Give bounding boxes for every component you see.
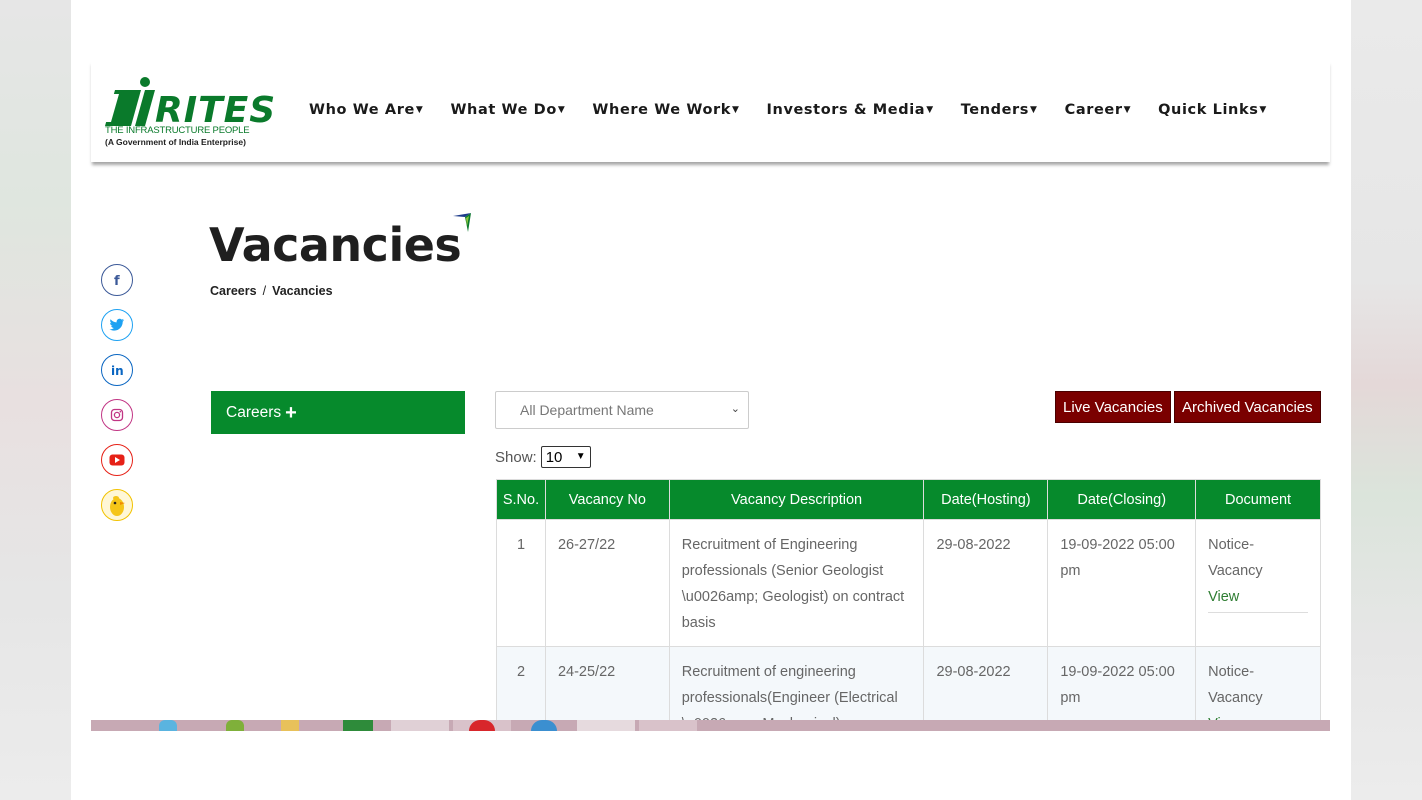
- breadcrumb-separator: /: [262, 284, 267, 298]
- nav-label: What We Do: [450, 102, 557, 118]
- document-view-link[interactable]: View: [1208, 589, 1239, 605]
- nav-label: Quick Links: [1158, 102, 1259, 118]
- archived-vacancies-button[interactable]: Archived Vacancies: [1174, 391, 1321, 423]
- vacancies-table: S.No. Vacancy No Vacancy Description Dat…: [496, 479, 1321, 751]
- careers-accordion-button[interactable]: Careers +: [211, 391, 465, 434]
- facebook-icon[interactable]: f: [101, 264, 133, 296]
- caret-down-icon: ▼: [1259, 105, 1267, 115]
- cell-hosting: 29-08-2022: [923, 519, 1049, 647]
- chevron-down-icon: ▼: [575, 451, 586, 462]
- document-name: Notice-Vacancy: [1208, 664, 1263, 706]
- department-select-value: All Department Name: [520, 402, 654, 418]
- breadcrumb: Careers / Vacancies: [210, 284, 333, 298]
- col-header-vacancy-no[interactable]: Vacancy No: [544, 479, 670, 520]
- caret-down-icon: ▼: [732, 105, 740, 115]
- col-header-closing[interactable]: Date(Closing): [1047, 479, 1197, 520]
- nav-label: Who We Are: [309, 102, 415, 118]
- document-name: Notice-Vacancy: [1208, 537, 1263, 579]
- logo-tagline: THE INFRASTRUCTURE PEOPLE: [105, 125, 250, 136]
- caret-down-icon: ▼: [557, 105, 566, 115]
- page-size-select[interactable]: 10 ▼: [540, 446, 591, 468]
- page-size-value: 10: [545, 448, 563, 466]
- logo-subtitle: (A Government of India Enterprise): [105, 137, 246, 147]
- koo-icon[interactable]: [101, 489, 133, 521]
- social-links: f in: [101, 264, 133, 534]
- nav-label: Investors & Media: [766, 102, 926, 118]
- svg-text:RITES: RITES: [155, 90, 276, 126]
- department-select[interactable]: All Department Name ⌄: [495, 391, 749, 429]
- cell-vacancy-no: 26-27/22: [544, 519, 670, 647]
- nav-label: Tenders: [960, 102, 1030, 118]
- nav-investors-media[interactable]: Investors & Media▼: [767, 102, 934, 118]
- col-header-document[interactable]: Document: [1195, 479, 1321, 520]
- instagram-icon[interactable]: [101, 399, 133, 431]
- background-right: [1350, 0, 1422, 800]
- nav-label: Career: [1064, 102, 1123, 118]
- taskbar-app-icon[interactable]: [531, 720, 557, 731]
- col-header-description[interactable]: Vacancy Description: [668, 479, 925, 520]
- show-label: Show:: [495, 448, 537, 466]
- taskbar-app-icon: [469, 720, 495, 731]
- chevron-down-icon: ⌄: [730, 403, 740, 415]
- cell-description: Recruitment of Engineering professionals…: [668, 519, 925, 647]
- cell-closing: 19-09-2022 05:00 pm: [1047, 519, 1197, 647]
- taskbar-app-button[interactable]: [391, 720, 449, 731]
- caret-down-icon: ▼: [926, 105, 934, 115]
- nav-quick-links[interactable]: Quick Links▼: [1158, 102, 1267, 118]
- taskbar-app-icon[interactable]: [281, 720, 299, 731]
- youtube-icon[interactable]: [101, 444, 133, 476]
- page: RITES THE INFRASTRUCTURE PEOPLE (A Gover…: [71, 0, 1351, 800]
- col-header-sno[interactable]: S.No.: [496, 479, 546, 520]
- caret-down-icon: ▼: [1123, 105, 1132, 115]
- title-accent-icon: [453, 213, 471, 232]
- nav-tenders[interactable]: Tenders▼: [961, 102, 1038, 118]
- svg-text:in: in: [111, 364, 124, 377]
- page-title: Vacancies: [209, 218, 462, 272]
- twitter-icon[interactable]: [101, 309, 133, 341]
- page-bottom: [71, 731, 1351, 800]
- main-nav: Who We Are▼ What We Do▼ Where We Work▼ I…: [309, 102, 1294, 118]
- nav-career[interactable]: Career▼: [1065, 102, 1132, 118]
- document-entry: Notice-Vacancy View: [1208, 532, 1308, 613]
- taskbar-strip: [91, 720, 1330, 731]
- linkedin-icon[interactable]: in: [101, 354, 133, 386]
- nav-who-we-are[interactable]: Who We Are▼: [309, 102, 423, 118]
- cell-sno: 1: [496, 519, 546, 647]
- table-header-row: S.No. Vacancy No Vacancy Description Dat…: [496, 479, 1321, 520]
- cell-document: Notice-Vacancy View: [1195, 519, 1321, 647]
- site-header: RITES THE INFRASTRUCTURE PEOPLE (A Gover…: [91, 60, 1330, 162]
- table-row: 1 26-27/22 Recruitment of Engineering pr…: [496, 519, 1321, 647]
- nav-where-we-work[interactable]: Where We Work▼: [592, 102, 739, 118]
- background-left: [0, 0, 72, 800]
- taskbar-app-button[interactable]: [639, 720, 697, 731]
- nav-label: Where We Work: [592, 102, 731, 118]
- breadcrumb-careers[interactable]: Careers: [210, 284, 257, 298]
- taskbar-app-icon[interactable]: [343, 720, 373, 731]
- taskbar-app-icon[interactable]: [159, 720, 177, 731]
- breadcrumb-vacancies: Vacancies: [272, 284, 333, 298]
- caret-down-icon: ▼: [1030, 105, 1038, 115]
- taskbar-app-icon[interactable]: [226, 720, 244, 731]
- live-vacancies-button[interactable]: Live Vacancies: [1055, 391, 1171, 423]
- caret-down-icon: ▼: [415, 105, 424, 115]
- col-header-hosting[interactable]: Date(Hosting): [923, 479, 1049, 520]
- nav-what-we-do[interactable]: What We Do▼: [450, 102, 565, 118]
- rites-logo-icon: RITES: [105, 77, 276, 126]
- plus-icon: +: [285, 401, 297, 424]
- page-size-control: Show: 10 ▼: [495, 446, 591, 468]
- svg-text:f: f: [114, 274, 120, 287]
- careers-label: Careers: [226, 403, 282, 421]
- rites-logo[interactable]: RITES THE INFRASTRUCTURE PEOPLE (A Gover…: [105, 76, 280, 152]
- taskbar-app-button[interactable]: [577, 720, 635, 731]
